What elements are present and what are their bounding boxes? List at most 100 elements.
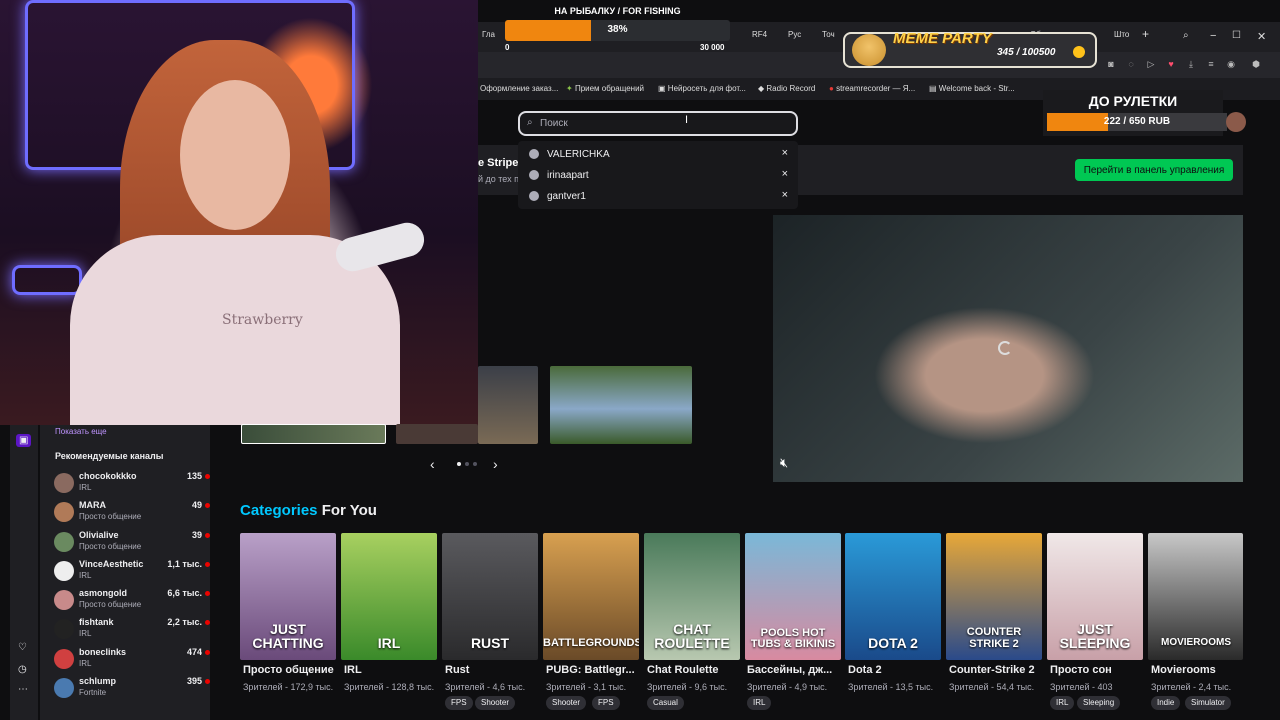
carousel-thumbnail[interactable]	[478, 366, 538, 444]
bookmark[interactable]: ▣ Нейросеть для фот...	[658, 84, 746, 93]
carousel-dot[interactable]	[473, 462, 477, 466]
category-name[interactable]: Просто сон	[1050, 664, 1146, 676]
menu-icon[interactable]: ≡	[1205, 58, 1217, 70]
category-tag[interactable]: Shooter	[546, 696, 587, 710]
sidebar-channel[interactable]: VinceAesthetic IRL 1,1 тыс.	[54, 559, 210, 587]
more-icon[interactable]: ⋯	[18, 684, 28, 695]
remove-suggestion-icon[interactable]: ×	[782, 147, 788, 159]
sidebar-channel[interactable]: asmongold Просто общение 6,6 тыс.	[54, 588, 210, 616]
webcam-overlay: Strawberry	[0, 0, 478, 425]
new-tab-icon[interactable]: +	[1142, 27, 1149, 41]
search-icon[interactable]: ⌕	[1183, 30, 1189, 44]
category-card[interactable]: JUST SLEEPING	[1047, 533, 1143, 660]
mute-icon[interactable]: 🔇︎	[780, 455, 788, 471]
download-icon[interactable]: ⤓	[1185, 58, 1197, 70]
category-art-text: MOVIEROOMS	[1160, 637, 1231, 648]
collapsed-rail	[10, 425, 38, 720]
notice-title: e Stripe	[478, 157, 519, 169]
search-input[interactable]	[540, 114, 780, 133]
sidebar-channel[interactable]: schlump Fortnite 395	[54, 676, 210, 704]
category-tag[interactable]: IRL	[1050, 696, 1075, 710]
history-icon	[529, 149, 539, 159]
category-card[interactable]: COUNTER STRIKE 2	[946, 533, 1042, 660]
live-dot-icon	[205, 591, 210, 596]
sidebar-channel[interactable]: MARA Просто общение 49	[54, 500, 210, 528]
browser-tab[interactable]: Точ	[822, 30, 835, 44]
browser-tab[interactable]: Што	[1114, 30, 1129, 44]
live-dot-icon	[205, 503, 210, 508]
sidebar-channel[interactable]: chocokokkko IRL 135	[54, 471, 210, 499]
shield-icon[interactable]: ◌	[1125, 58, 1137, 70]
category-art-text: CHAT ROULETTE	[654, 621, 730, 651]
bookmark[interactable]: ▤ Welcome back - Str...	[929, 84, 1015, 93]
category-card[interactable]: DOTA 2	[845, 533, 941, 660]
heart-icon[interactable]: ♥	[1165, 58, 1177, 70]
category-tag[interactable]: Sleeping	[1077, 696, 1121, 710]
category-card[interactable]: CHAT ROULETTE	[644, 533, 740, 660]
carousel-next-button[interactable]: ›	[493, 456, 498, 472]
category-name[interactable]: Counter-Strike 2	[949, 664, 1045, 676]
dashboard-button[interactable]: Перейти в панель управления	[1075, 159, 1233, 181]
category-name[interactable]: Rust	[445, 664, 541, 676]
history-icon[interactable]: ◷	[18, 664, 27, 675]
carousel-thumbnail[interactable]	[241, 424, 386, 444]
channel-name: Olivialive	[79, 530, 119, 540]
category-viewers: Зрителей - 3,1 тыс.	[546, 682, 627, 692]
bookmark[interactable]: ◆ Radio Record	[758, 84, 815, 93]
category-name[interactable]: Просто общение	[243, 664, 339, 676]
bookmark[interactable]: ✦ Прием обращений	[566, 84, 644, 93]
category-tag[interactable]: IRL	[747, 696, 772, 710]
search-suggestion[interactable]: irinaapart ×	[529, 168, 791, 186]
category-tag[interactable]: FPS	[592, 696, 620, 710]
category-tag[interactable]: Indie	[1151, 696, 1181, 710]
category-tag[interactable]: Shooter	[475, 696, 516, 710]
extension-icon[interactable]: ⬢	[1250, 58, 1262, 70]
category-name[interactable]: IRL	[344, 664, 440, 676]
camera-icon[interactable]: ◙	[1105, 58, 1117, 70]
sidebar-channel[interactable]: boneclinks IRL 474	[54, 647, 210, 675]
category-card[interactable]: IRL	[341, 533, 437, 660]
search-suggestion[interactable]: VALERICHKA ×	[529, 147, 791, 165]
minimize-icon[interactable]: −	[1210, 30, 1216, 44]
browser-tab[interactable]: RF4	[752, 30, 767, 44]
category-card[interactable]: JUST CHATTING	[240, 533, 336, 660]
browser-tab[interactable]: Рус	[788, 30, 801, 44]
sidebar-channel[interactable]: Olivialive Просто общение 39	[54, 530, 210, 558]
close-icon[interactable]: ✕	[1257, 30, 1266, 44]
category-name[interactable]: Dota 2	[848, 664, 944, 676]
avatar	[54, 532, 74, 552]
remove-suggestion-icon[interactable]: ×	[782, 168, 788, 180]
category-card[interactable]: MOVIEROOMS	[1148, 533, 1243, 660]
tv-icon[interactable]: ▣	[16, 434, 32, 447]
browser-tab[interactable]: Гла	[482, 30, 495, 44]
category-tag[interactable]: FPS	[445, 696, 473, 710]
category-tag[interactable]: Simulator	[1185, 696, 1231, 710]
roulette-title: ДО РУЛЕТКИ	[1088, 93, 1178, 109]
avatar	[54, 561, 74, 581]
carousel-thumbnail[interactable]	[550, 366, 692, 444]
carousel-dot[interactable]	[457, 462, 461, 466]
remove-suggestion-icon[interactable]: ×	[782, 189, 788, 201]
show-more-link[interactable]: Показать еще	[55, 427, 107, 436]
category-name[interactable]: Movierooms	[1151, 664, 1247, 676]
category-card[interactable]: RUST	[442, 533, 538, 660]
profile-icon[interactable]: ◉	[1225, 58, 1237, 70]
category-name[interactable]: Бассейны, дж...	[747, 664, 843, 676]
viewer-count: 49	[191, 500, 202, 510]
heart-icon[interactable]: ♡	[18, 642, 27, 653]
sidebar-channel[interactable]: fishtank IRL 2,2 тыс.	[54, 617, 210, 645]
search-suggestion[interactable]: gantver1 ×	[529, 189, 791, 207]
carousel-dot[interactable]	[465, 462, 469, 466]
avatar[interactable]	[1226, 112, 1246, 132]
bookmark[interactable]: ● streamrecorder — Я...	[829, 84, 915, 93]
category-name[interactable]: PUBG: Battlegr...	[546, 664, 642, 676]
category-tag[interactable]: Casual	[647, 696, 684, 710]
play-icon[interactable]: ▷	[1145, 58, 1157, 70]
bookmark[interactable]: Оформление заказ...	[480, 84, 558, 93]
category-name[interactable]: Chat Roulette	[647, 664, 743, 676]
maximize-icon[interactable]: ☐	[1232, 30, 1241, 44]
carousel-thumbnail[interactable]	[396, 424, 478, 444]
carousel-prev-button[interactable]: ‹	[430, 456, 435, 472]
category-card[interactable]: POOLS HOT TUBS & BIKINIS	[745, 533, 841, 660]
category-card[interactable]: BATTLEGROUNDS	[543, 533, 639, 660]
